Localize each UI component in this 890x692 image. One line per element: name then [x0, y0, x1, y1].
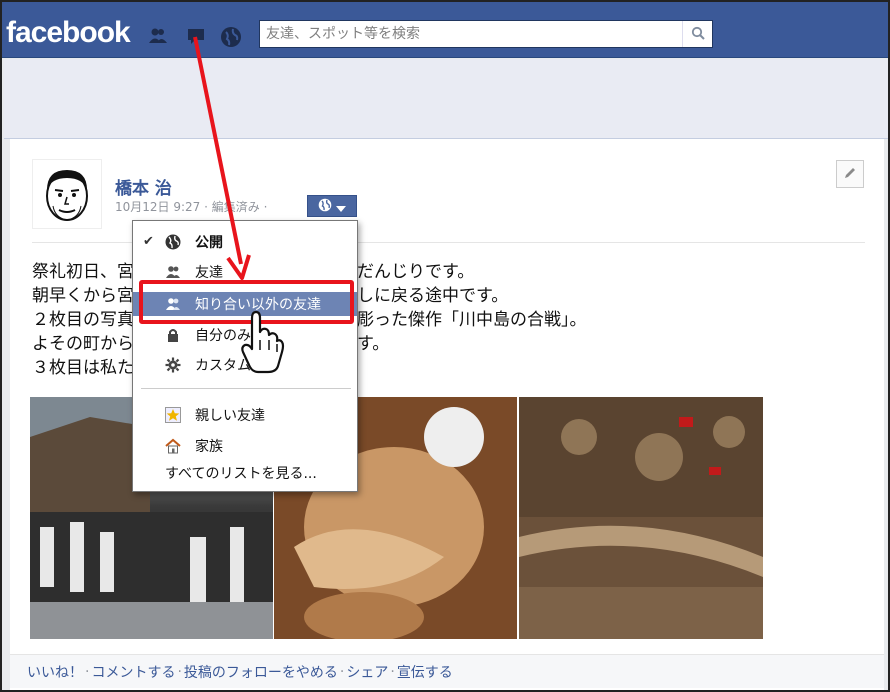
checkmark-icon: ✔ — [143, 234, 154, 249]
post-line: よその町から — [32, 334, 134, 354]
chevron-down-icon — [336, 197, 346, 216]
pencil-icon — [843, 165, 857, 184]
privacy-option-label: 公開 — [195, 235, 223, 251]
lock-icon — [165, 327, 181, 343]
see-all-lists-link[interactable]: すべてのリストを見る... — [133, 461, 357, 485]
post-photo-3[interactable] — [519, 397, 763, 639]
annotation-highlight-box — [139, 280, 354, 324]
privacy-list-label: 親しい友達 — [195, 408, 265, 424]
unfollow-post-link[interactable]: 投稿のフォローをやめる — [184, 662, 338, 682]
like-link[interactable]: いいね！ — [27, 662, 83, 682]
screenshot-frame: facebook 友達、スポット等を検索 橋本 治 10月12日 9:27 · … — [0, 0, 890, 692]
gear-icon — [165, 357, 181, 373]
privacy-option-only-me[interactable]: 自分のみ — [133, 323, 357, 347]
search-input[interactable] — [260, 21, 680, 47]
post-body-right: だんじりです。しに戻る途中です。彫った傑作「川中島の合戦」。 す。 — [357, 260, 587, 356]
star-icon — [165, 407, 181, 423]
post-author-name[interactable]: 橋本 治 — [115, 174, 172, 199]
privacy-dropdown-menu: ✔ 公開 友達 知り合い以外の友達 自分のみ カスタム 親しい友達 家族 すべて… — [132, 220, 358, 492]
post-line: だんじりです。 — [357, 262, 475, 282]
privacy-list-label: 家族 — [195, 439, 223, 455]
privacy-list-family[interactable]: 家族 — [133, 434, 357, 458]
search-button[interactable] — [682, 21, 712, 47]
privacy-option-custom[interactable]: カスタム — [133, 353, 357, 377]
post-line: す。 — [357, 334, 390, 354]
edit-post-button[interactable] — [836, 160, 864, 188]
post-line: 朝早くから宮 — [32, 286, 134, 306]
facebook-logo[interactable]: facebook — [6, 16, 131, 50]
share-link[interactable]: シェア — [346, 662, 388, 682]
privacy-option-label: カスタム — [195, 358, 251, 374]
menu-divider — [141, 388, 351, 389]
globe-icon — [165, 234, 181, 250]
post-line: 彫った傑作「川中島の合戦」。 — [357, 310, 587, 330]
friend-requests-icon[interactable] — [148, 26, 168, 46]
post-line: ２枚目の写真 — [32, 310, 134, 330]
post-line: ３枚目は私た — [32, 358, 134, 378]
post-meta: 10月12日 9:27 · 編集済み · — [115, 198, 267, 215]
see-all-lists-label: すべてのリストを見る... — [165, 466, 317, 482]
meta-separator: · — [200, 200, 212, 214]
post-timestamp[interactable]: 10月12日 9:27 — [115, 200, 200, 214]
search-icon — [691, 25, 705, 44]
post-body-left: 祭礼初日、宮 朝早くから宮 ２枚目の写真 よその町から ３枚目は私た — [32, 260, 134, 380]
post-action-bar: いいね！ · コメントする · 投稿のフォローをやめる · シェア · 宣伝する — [10, 654, 884, 688]
search-box[interactable] — [259, 20, 713, 48]
meta-separator-2: · — [259, 200, 268, 214]
privacy-option-public[interactable]: ✔ 公開 — [133, 230, 357, 254]
cover-band — [4, 59, 888, 139]
comment-link[interactable]: コメントする — [91, 662, 175, 682]
promote-link[interactable]: 宣伝する — [397, 662, 453, 682]
privacy-list-close-friends[interactable]: 親しい友達 — [133, 403, 357, 427]
friends-icon — [165, 264, 181, 280]
privacy-selector-button[interactable] — [307, 195, 357, 217]
top-navigation-bar: facebook — [2, 2, 888, 58]
notifications-globe-icon[interactable] — [220, 26, 241, 47]
post-line: しに戻る途中です。 — [357, 286, 509, 306]
privacy-option-label: 友達 — [195, 265, 223, 281]
house-icon — [165, 438, 181, 454]
messages-icon[interactable] — [186, 26, 206, 46]
post-line: 祭礼初日、宮 — [32, 262, 134, 282]
privacy-option-label: 自分のみ — [195, 328, 251, 344]
globe-icon — [318, 197, 332, 216]
edited-label[interactable]: 編集済み — [212, 200, 260, 214]
avatar[interactable] — [32, 159, 102, 229]
